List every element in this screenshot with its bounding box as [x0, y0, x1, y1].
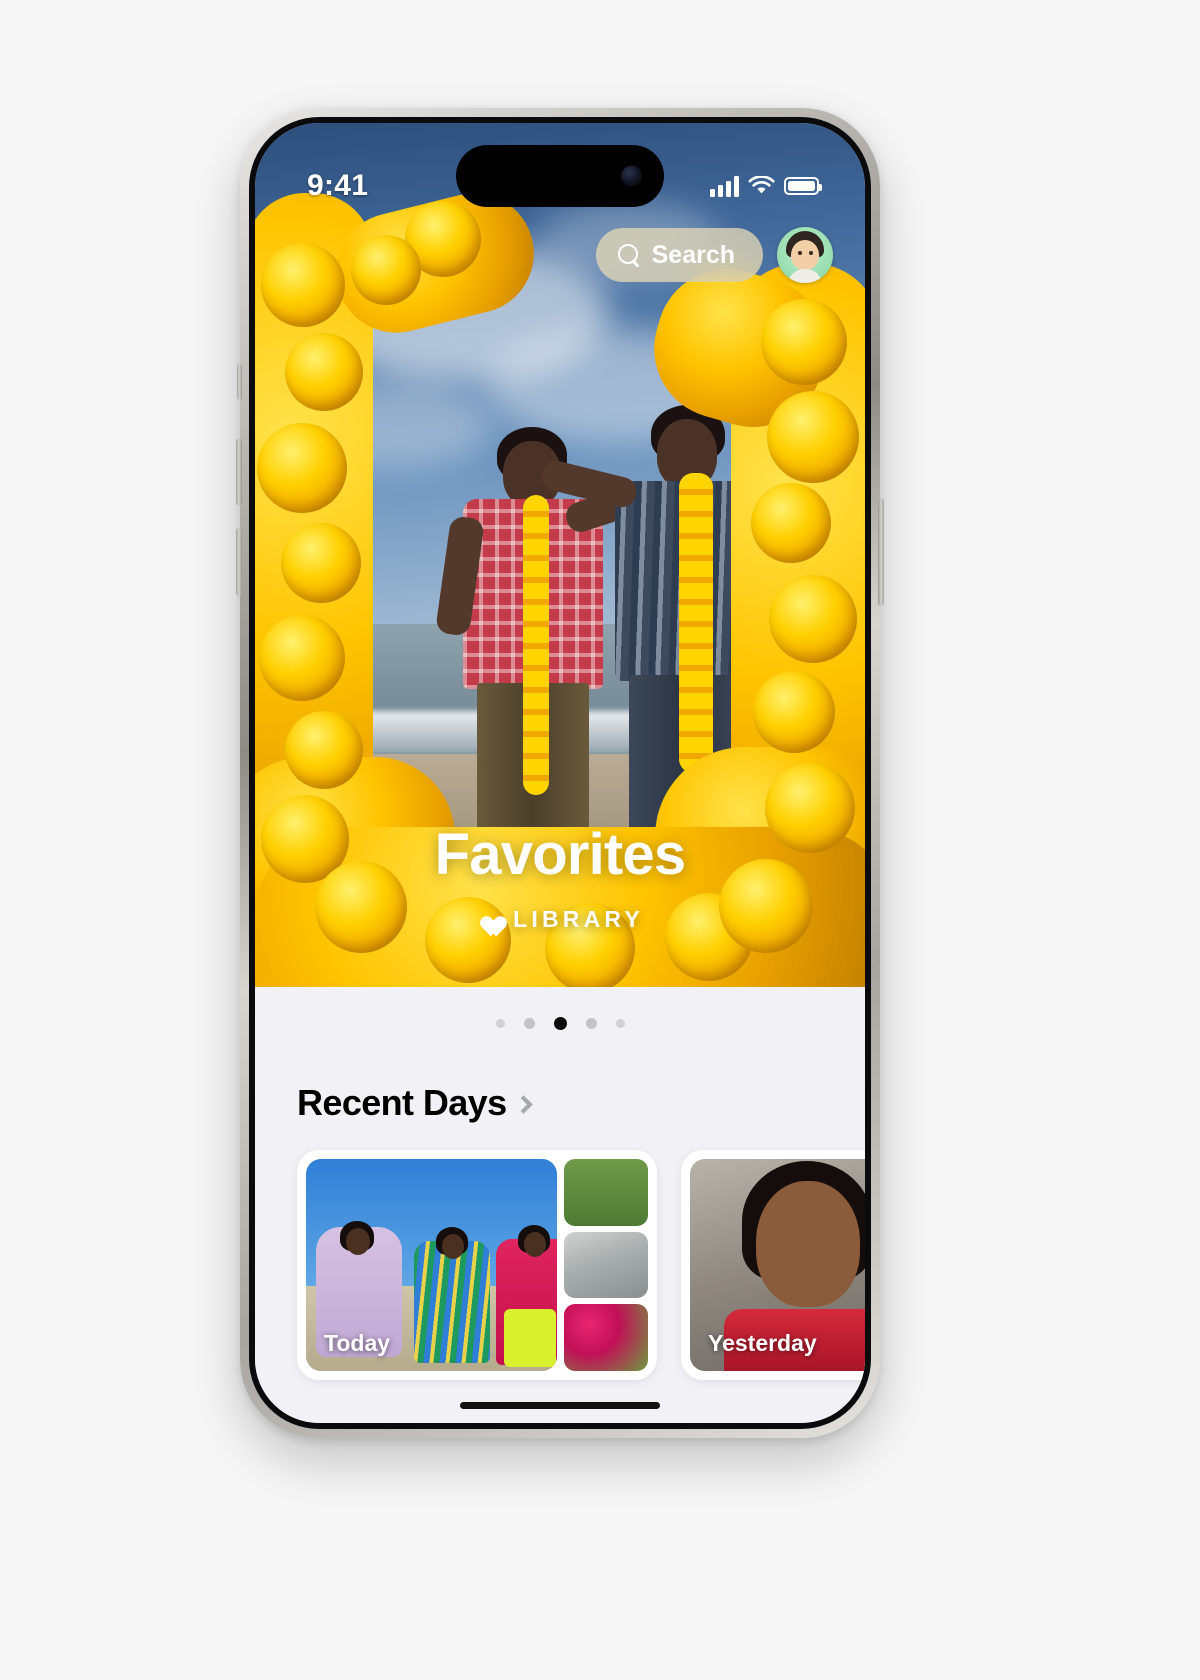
recent-days-row[interactable]: Today Yesterday [255, 1124, 865, 1380]
day-card-thumbnails [564, 1159, 648, 1372]
status-clock: 9:41 [307, 169, 369, 202]
day-card-hero-photo: Today [306, 1159, 557, 1371]
screenshot-canvas: Favorites LIBRARY 9:41 Search Recent Day… [0, 0, 1200, 1680]
chevron-right-icon [513, 1094, 533, 1114]
battery-full-icon [784, 177, 822, 195]
account-avatar-button[interactable] [777, 227, 833, 283]
pager-dot-2[interactable] [523, 1018, 535, 1029]
pager-dot-1[interactable] [495, 1019, 505, 1028]
day-card-thumbnail[interactable] [564, 1304, 648, 1372]
volume-down-button[interactable] [236, 528, 242, 596]
front-camera-icon [621, 165, 642, 187]
volume-up-button[interactable] [236, 438, 242, 506]
day-card-today[interactable]: Today [297, 1150, 657, 1380]
section-header-recent-days[interactable]: Recent Days [255, 1030, 865, 1124]
hero-title: Favorites [434, 821, 686, 887]
status-indicators [710, 175, 822, 197]
pager-dot-5[interactable] [615, 1019, 625, 1028]
wifi-icon [748, 175, 775, 196]
dynamic-island [456, 145, 664, 207]
signal-bars-icon [710, 175, 739, 197]
search-button[interactable]: Search [595, 228, 763, 282]
day-card-yesterday[interactable]: Yesterday [681, 1150, 865, 1380]
hero-subtitle-row: LIBRARY [476, 906, 644, 933]
top-controls: Search [255, 227, 865, 283]
iphone-device: Favorites LIBRARY 9:41 Search Recent Day… [236, 108, 884, 1438]
home-indicator[interactable] [460, 1402, 660, 1409]
pager-dot-3-active[interactable] [553, 1017, 567, 1030]
silent-switch[interactable] [237, 364, 242, 400]
day-card-thumbnail[interactable] [564, 1159, 648, 1226]
pager-dot-4[interactable] [585, 1018, 597, 1029]
day-card-label-yesterday: Yesterday [708, 1330, 817, 1356]
section-title-recent-days: Recent Days [297, 1082, 507, 1123]
hero-subtitle: LIBRARY [513, 905, 644, 932]
hero-caption: Favorites LIBRARY [255, 821, 865, 936]
heart-icon [476, 908, 500, 930]
library-content: Recent Days Today Yesterday [255, 987, 865, 1423]
carousel-pager [255, 987, 865, 1030]
day-card-label-today: Today [324, 1330, 391, 1356]
search-label: Search [651, 240, 735, 269]
day-card-hero-photo: Yesterday [690, 1159, 865, 1371]
device-bezel: Favorites LIBRARY 9:41 Search Recent Day… [249, 117, 871, 1429]
photos-app-screen: Favorites LIBRARY 9:41 Search Recent Day… [255, 123, 865, 1423]
power-button[interactable] [878, 498, 884, 606]
search-icon [617, 244, 640, 266]
day-card-thumbnail[interactable] [564, 1231, 648, 1299]
